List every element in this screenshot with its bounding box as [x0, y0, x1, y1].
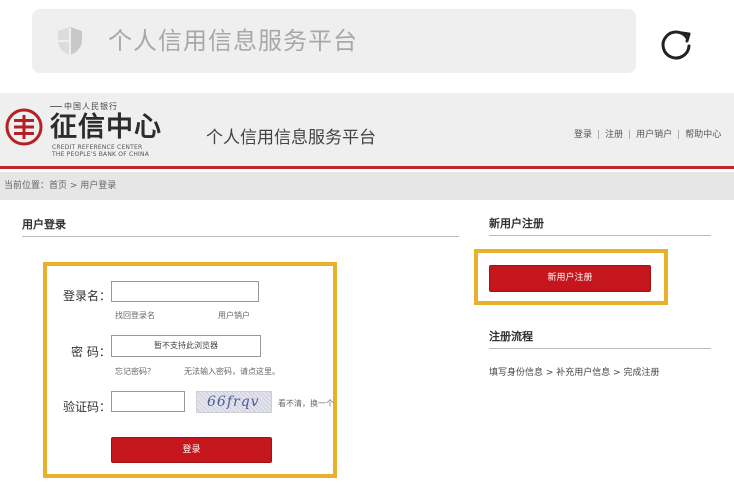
shield-icon — [58, 27, 82, 55]
logo-bank-name: 中国人民银行 — [64, 102, 118, 111]
forgot-password-link[interactable]: 忘记密码？ — [115, 366, 155, 377]
register-button[interactable]: 新用户注册 — [489, 265, 651, 292]
login-section-title: 用户登录 — [22, 218, 66, 231]
top-links: 登录 | 注册 | 用户销户 | 帮助中心 — [574, 127, 721, 140]
register-flow-divider — [489, 348, 711, 349]
register-section-title: 新用户注册 — [489, 217, 544, 230]
reload-icon[interactable] — [656, 24, 696, 64]
login-section-divider — [22, 236, 459, 237]
captcha-image[interactable]: 66frqv — [196, 391, 272, 413]
logo-title: 征信中心 — [50, 112, 162, 143]
breadcrumb: 当前位置：首页 > 用户登录 — [0, 172, 734, 200]
password-input[interactable]: 暂不支持此浏览器 — [111, 335, 261, 357]
find-username-link[interactable]: 找回登录名 — [115, 310, 155, 321]
captcha-input[interactable] — [111, 391, 185, 412]
address-text: 个人信用信息服务平台 — [108, 27, 358, 55]
username-label: 登录名： — [63, 289, 112, 303]
cannot-input-password-link[interactable]: 无法输入密码，请点这里。 — [184, 366, 280, 377]
address-bar[interactable]: 个人信用信息服务平台 — [32, 9, 636, 73]
site-title: 个人信用信息服务平台 — [206, 128, 376, 148]
browser-toolbar: 个人信用信息服务平台 — [0, 0, 734, 90]
logo-english-line1: CREDIT REFERENCE CENTER — [52, 144, 143, 151]
link-separator: | — [677, 130, 681, 140]
cancel-account-link[interactable]: 用户销户 — [218, 310, 250, 321]
top-link-register[interactable]: 注册 — [605, 130, 623, 140]
top-link-login[interactable]: 登录 — [574, 130, 592, 140]
register-flow-title: 注册流程 — [489, 330, 533, 343]
pboc-emblem-icon — [5, 108, 43, 146]
password-label: 密 码： — [71, 345, 111, 359]
top-link-cancel-account[interactable]: 用户销户 — [636, 130, 672, 140]
logo-english-line2: THE PEOPLE'S BANK OF CHINA — [52, 151, 150, 158]
register-flow-steps: 填写身份信息 > 补充用户信息 > 完成注册 — [489, 368, 660, 378]
site-header: 中国人民银行 征信中心 CREDIT REFERENCE CENTER THE … — [0, 93, 734, 169]
username-input[interactable] — [111, 281, 259, 302]
refresh-captcha-link[interactable]: 看不清，换一个 — [278, 398, 334, 409]
link-separator: | — [597, 130, 601, 140]
captcha-label: 验证码： — [63, 400, 112, 414]
link-separator: | — [628, 130, 632, 140]
logo-divider — [50, 106, 62, 107]
login-button[interactable]: 登录 — [111, 437, 272, 463]
register-section-divider — [489, 235, 711, 236]
top-link-help[interactable]: 帮助中心 — [685, 130, 721, 140]
